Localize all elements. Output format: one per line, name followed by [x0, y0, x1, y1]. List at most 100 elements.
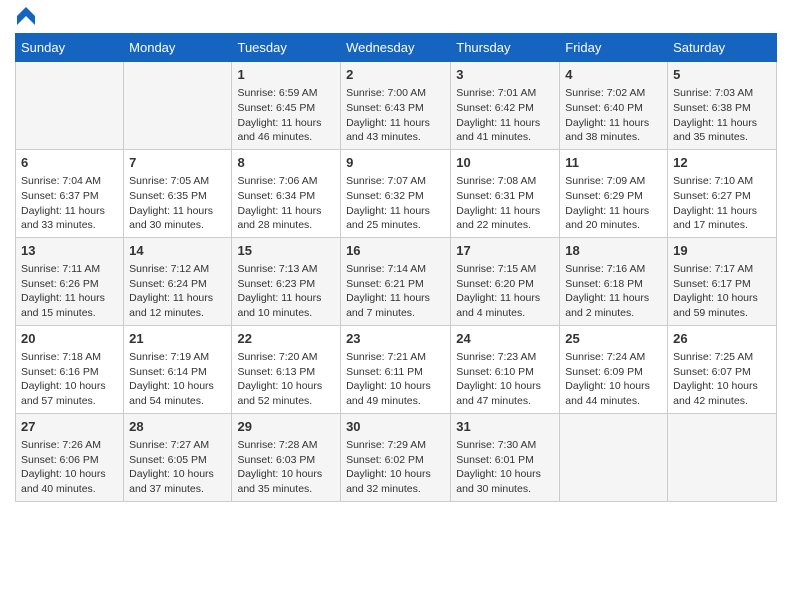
day-info: Sunrise: 7:21 AMSunset: 6:11 PMDaylight:…	[346, 350, 445, 409]
day-number: 15	[237, 242, 335, 260]
calendar-cell: 4 Sunrise: 7:02 AMSunset: 6:40 PMDaylight…	[560, 62, 668, 150]
day-number: 10	[456, 154, 554, 172]
day-number: 19	[673, 242, 771, 260]
day-info: Sunrise: 7:29 AMSunset: 6:02 PMDaylight:…	[346, 438, 445, 497]
day-number: 27	[21, 418, 118, 436]
day-number: 29	[237, 418, 335, 436]
day-number: 2	[346, 66, 445, 84]
day-info: Sunrise: 7:20 AMSunset: 6:13 PMDaylight:…	[237, 350, 335, 409]
day-number: 6	[21, 154, 118, 172]
day-number: 12	[673, 154, 771, 172]
calendar-cell: 10 Sunrise: 7:08 AMSunset: 6:31 PMDayligh…	[451, 149, 560, 237]
day-info: Sunrise: 7:13 AMSunset: 6:23 PMDaylight:…	[237, 262, 335, 321]
day-number: 8	[237, 154, 335, 172]
day-info: Sunrise: 7:09 AMSunset: 6:29 PMDaylight:…	[565, 174, 662, 233]
day-number: 31	[456, 418, 554, 436]
day-info: Sunrise: 7:26 AMSunset: 6:06 PMDaylight:…	[21, 438, 118, 497]
calendar-cell: 30 Sunrise: 7:29 AMSunset: 6:02 PMDayligh…	[341, 413, 451, 501]
day-number: 11	[565, 154, 662, 172]
day-number: 4	[565, 66, 662, 84]
day-info: Sunrise: 7:04 AMSunset: 6:37 PMDaylight:…	[21, 174, 118, 233]
day-info: Sunrise: 7:05 AMSunset: 6:35 PMDaylight:…	[129, 174, 226, 233]
week-row-3: 13 Sunrise: 7:11 AMSunset: 6:26 PMDayligh…	[16, 237, 777, 325]
calendar-cell: 6 Sunrise: 7:04 AMSunset: 6:37 PMDaylight…	[16, 149, 124, 237]
calendar-cell	[668, 413, 777, 501]
calendar-cell: 8 Sunrise: 7:06 AMSunset: 6:34 PMDaylight…	[232, 149, 341, 237]
day-number: 21	[129, 330, 226, 348]
calendar-cell: 29 Sunrise: 7:28 AMSunset: 6:03 PMDayligh…	[232, 413, 341, 501]
day-number: 18	[565, 242, 662, 260]
calendar-cell: 2 Sunrise: 7:00 AMSunset: 6:43 PMDaylight…	[341, 62, 451, 150]
day-number: 24	[456, 330, 554, 348]
weekday-header-row: SundayMondayTuesdayWednesdayThursdayFrid…	[16, 34, 777, 62]
calendar-cell: 15 Sunrise: 7:13 AMSunset: 6:23 PMDayligh…	[232, 237, 341, 325]
weekday-header-wednesday: Wednesday	[341, 34, 451, 62]
day-number: 30	[346, 418, 445, 436]
day-number: 7	[129, 154, 226, 172]
day-info: Sunrise: 7:11 AMSunset: 6:26 PMDaylight:…	[21, 262, 118, 321]
day-info: Sunrise: 7:25 AMSunset: 6:07 PMDaylight:…	[673, 350, 771, 409]
calendar-cell	[124, 62, 232, 150]
day-info: Sunrise: 7:28 AMSunset: 6:03 PMDaylight:…	[237, 438, 335, 497]
calendar-cell: 9Sunrise: 7:07 AMSunset: 6:32 PMDaylight…	[341, 149, 451, 237]
day-info: Sunrise: 7:30 AMSunset: 6:01 PMDaylight:…	[456, 438, 554, 497]
calendar-cell: 19 Sunrise: 7:17 AMSunset: 6:17 PMDayligh…	[668, 237, 777, 325]
calendar-cell: 1 Sunrise: 6:59 AMSunset: 6:45 PMDaylight…	[232, 62, 341, 150]
day-number: 5	[673, 66, 771, 84]
logo-icon	[17, 7, 35, 25]
day-info: Sunrise: 7:18 AMSunset: 6:16 PMDaylight:…	[21, 350, 118, 409]
day-info: Sunrise: 7:27 AMSunset: 6:05 PMDaylight:…	[129, 438, 226, 497]
header	[15, 10, 777, 25]
day-number: 13	[21, 242, 118, 260]
calendar-cell: 7 Sunrise: 7:05 AMSunset: 6:35 PMDaylight…	[124, 149, 232, 237]
day-number: 3	[456, 66, 554, 84]
calendar-cell: 22 Sunrise: 7:20 AMSunset: 6:13 PMDayligh…	[232, 325, 341, 413]
day-info: Sunrise: 7:02 AMSunset: 6:40 PMDaylight:…	[565, 86, 662, 145]
week-row-4: 20Sunrise: 7:18 AMSunset: 6:16 PMDayligh…	[16, 325, 777, 413]
weekday-header-sunday: Sunday	[16, 34, 124, 62]
day-info: Sunrise: 7:19 AMSunset: 6:14 PMDaylight:…	[129, 350, 226, 409]
calendar-cell: 18 Sunrise: 7:16 AMSunset: 6:18 PMDayligh…	[560, 237, 668, 325]
calendar-table: SundayMondayTuesdayWednesdayThursdayFrid…	[15, 33, 777, 502]
day-number: 9	[346, 154, 445, 172]
weekday-header-saturday: Saturday	[668, 34, 777, 62]
calendar-cell: 13 Sunrise: 7:11 AMSunset: 6:26 PMDayligh…	[16, 237, 124, 325]
calendar-cell: 27 Sunrise: 7:26 AMSunset: 6:06 PMDayligh…	[16, 413, 124, 501]
calendar-cell: 5Sunrise: 7:03 AMSunset: 6:38 PMDaylight…	[668, 62, 777, 150]
week-row-2: 6 Sunrise: 7:04 AMSunset: 6:37 PMDaylight…	[16, 149, 777, 237]
calendar-cell: 25Sunrise: 7:24 AMSunset: 6:09 PMDayligh…	[560, 325, 668, 413]
day-info: Sunrise: 7:17 AMSunset: 6:17 PMDaylight:…	[673, 262, 771, 321]
day-info: Sunrise: 7:01 AMSunset: 6:42 PMDaylight:…	[456, 86, 554, 145]
day-number: 28	[129, 418, 226, 436]
calendar-cell: 24Sunrise: 7:23 AMSunset: 6:10 PMDayligh…	[451, 325, 560, 413]
calendar-cell: 3 Sunrise: 7:01 AMSunset: 6:42 PMDaylight…	[451, 62, 560, 150]
day-number: 23	[346, 330, 445, 348]
calendar-cell: 11 Sunrise: 7:09 AMSunset: 6:29 PMDayligh…	[560, 149, 668, 237]
day-info: Sunrise: 7:15 AMSunset: 6:20 PMDaylight:…	[456, 262, 554, 321]
weekday-header-monday: Monday	[124, 34, 232, 62]
calendar-cell: 12Sunrise: 7:10 AMSunset: 6:27 PMDayligh…	[668, 149, 777, 237]
day-info: Sunrise: 7:06 AMSunset: 6:34 PMDaylight:…	[237, 174, 335, 233]
week-row-5: 27 Sunrise: 7:26 AMSunset: 6:06 PMDayligh…	[16, 413, 777, 501]
calendar-cell: 21 Sunrise: 7:19 AMSunset: 6:14 PMDayligh…	[124, 325, 232, 413]
weekday-header-thursday: Thursday	[451, 34, 560, 62]
calendar-cell: 31 Sunrise: 7:30 AMSunset: 6:01 PMDayligh…	[451, 413, 560, 501]
day-info: Sunrise: 7:08 AMSunset: 6:31 PMDaylight:…	[456, 174, 554, 233]
day-number: 17	[456, 242, 554, 260]
day-number: 22	[237, 330, 335, 348]
day-info: Sunrise: 7:14 AMSunset: 6:21 PMDaylight:…	[346, 262, 445, 321]
calendar-cell: 14 Sunrise: 7:12 AMSunset: 6:24 PMDayligh…	[124, 237, 232, 325]
calendar-cell: 20Sunrise: 7:18 AMSunset: 6:16 PMDayligh…	[16, 325, 124, 413]
day-info: Sunrise: 7:16 AMSunset: 6:18 PMDaylight:…	[565, 262, 662, 321]
weekday-header-tuesday: Tuesday	[232, 34, 341, 62]
day-info: Sunrise: 7:00 AMSunset: 6:43 PMDaylight:…	[346, 86, 445, 145]
weekday-header-friday: Friday	[560, 34, 668, 62]
calendar-cell: 17 Sunrise: 7:15 AMSunset: 6:20 PMDayligh…	[451, 237, 560, 325]
day-info: Sunrise: 6:59 AMSunset: 6:45 PMDaylight:…	[237, 86, 335, 145]
page-container: SundayMondayTuesdayWednesdayThursdayFrid…	[0, 0, 792, 517]
day-number: 1	[237, 66, 335, 84]
logo	[15, 15, 35, 25]
day-info: Sunrise: 7:12 AMSunset: 6:24 PMDaylight:…	[129, 262, 226, 321]
day-info: Sunrise: 7:24 AMSunset: 6:09 PMDaylight:…	[565, 350, 662, 409]
day-number: 14	[129, 242, 226, 260]
